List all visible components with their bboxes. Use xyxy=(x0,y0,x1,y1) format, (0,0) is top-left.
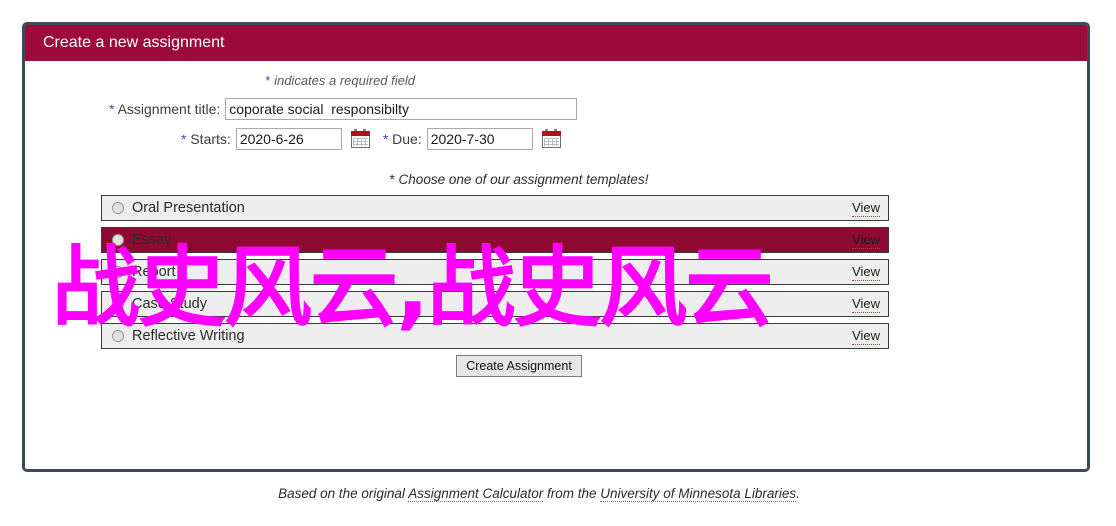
template-row-left: Case Study xyxy=(112,296,207,312)
template-radio[interactable] xyxy=(112,202,124,214)
starts-label-text: Starts: xyxy=(186,131,231,147)
template-label: Oral Presentation xyxy=(132,200,245,216)
assignment-form: * Assignment title: * Starts: * Due: xyxy=(25,98,1087,150)
template-radio[interactable] xyxy=(112,330,124,342)
assignment-title-input[interactable] xyxy=(225,98,578,120)
calendar-grid xyxy=(352,138,368,146)
title-label-text: Assignment title: xyxy=(114,101,221,117)
starts-date-input[interactable] xyxy=(235,128,342,150)
starts-calendar-icon[interactable] xyxy=(350,129,371,149)
footer-text-before: Based on the original xyxy=(278,486,409,501)
panel-body: * indicates a required field * Assignmen… xyxy=(25,61,1087,377)
assignment-title-label: * Assignment title: xyxy=(109,101,220,117)
due-label-text: Due: xyxy=(388,131,422,147)
due-date-input[interactable] xyxy=(426,128,533,150)
due-calendar-icon[interactable] xyxy=(541,129,562,149)
choose-instruction-text: Choose one of our assignment templates! xyxy=(394,172,649,187)
template-row-left: Reflective Writing xyxy=(112,328,245,344)
assignment-title-row: * Assignment title: xyxy=(25,98,1087,120)
template-view-link[interactable]: View xyxy=(852,264,880,281)
template-row[interactable]: Oral Presentation View xyxy=(101,195,889,221)
template-row[interactable]: Case Study View xyxy=(101,291,889,317)
submit-row: Create Assignment xyxy=(25,355,1087,377)
calendar-top-bar xyxy=(350,131,370,136)
template-radio[interactable] xyxy=(112,266,124,278)
starts-label: * Starts: xyxy=(181,131,231,147)
template-row-left: Essay xyxy=(112,232,172,248)
footer-text-middle: from the xyxy=(543,486,601,501)
page-footer: Based on the original Assignment Calcula… xyxy=(0,486,1116,502)
template-row-left: Oral Presentation xyxy=(112,200,245,216)
template-list: Oral Presentation View Essay View Report View… xyxy=(101,195,889,349)
required-field-note: * indicates a required field xyxy=(25,61,1087,88)
template-row[interactable]: Report View xyxy=(101,259,889,285)
template-view-link[interactable]: View xyxy=(852,328,880,345)
assignment-dates-row: * Starts: * Due: xyxy=(25,128,1087,150)
template-label: Case Study xyxy=(132,296,207,312)
template-view-link[interactable]: View xyxy=(852,296,880,313)
template-row[interactable]: Essay View xyxy=(101,227,889,253)
panel-title: Create a new assignment xyxy=(43,34,225,51)
due-label: * Due: xyxy=(383,131,422,147)
create-assignment-button[interactable]: Create Assignment xyxy=(456,355,582,377)
template-row[interactable]: Reflective Writing View xyxy=(101,323,889,349)
create-assignment-panel: Create a new assignment * indicates a re… xyxy=(22,22,1090,472)
assignment-calculator-link[interactable]: Assignment Calculator xyxy=(408,486,544,502)
template-label: Reflective Writing xyxy=(132,328,245,344)
umn-libraries-link[interactable]: University of Minnesota Libraries xyxy=(600,486,797,502)
template-row-left: Report xyxy=(112,264,176,280)
template-radio[interactable] xyxy=(112,234,124,246)
calendar-grid xyxy=(543,138,559,146)
required-note-text: indicates a required field xyxy=(270,73,415,88)
template-view-link[interactable]: View xyxy=(852,200,880,217)
template-radio[interactable] xyxy=(112,298,124,310)
template-label: Report xyxy=(132,264,176,280)
template-label: Essay xyxy=(132,232,172,248)
panel-header: Create a new assignment xyxy=(25,25,1087,61)
calendar-top-bar xyxy=(541,131,561,136)
choose-template-instruction: * Choose one of our assignment templates… xyxy=(25,172,1087,187)
template-view-link[interactable]: View xyxy=(852,232,880,249)
footer-text-after: . xyxy=(796,486,800,501)
